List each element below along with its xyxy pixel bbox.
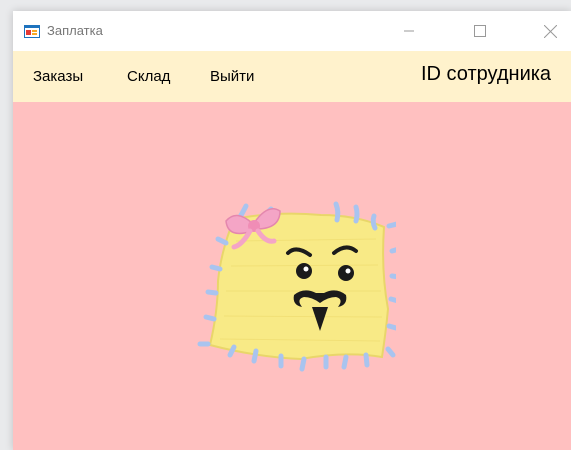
title-bar[interactable]: Заплатка [13,11,571,51]
minimize-button[interactable] [386,11,432,51]
menu-bar: Заказы Склад Выйти ID сотрудника [13,51,571,102]
close-button[interactable] [527,11,571,51]
minimize-icon [404,30,414,32]
app-window: Заплатка Заказы Склад Выйти ID сотрудник… [13,11,571,450]
window-title: Заплатка [47,23,103,38]
maximize-icon [474,25,486,37]
menu-item-orders[interactable]: Заказы [30,68,86,88]
main-content-area [13,102,571,450]
app-icon [24,23,40,39]
menu-item-exit[interactable]: Выйти [207,68,257,88]
close-icon [543,24,557,38]
menu-item-warehouse[interactable]: Склад [124,68,173,88]
employee-id-label: ID сотрудника [421,63,552,85]
patch-mascot-image [197,201,396,372]
maximize-button[interactable] [457,11,503,51]
